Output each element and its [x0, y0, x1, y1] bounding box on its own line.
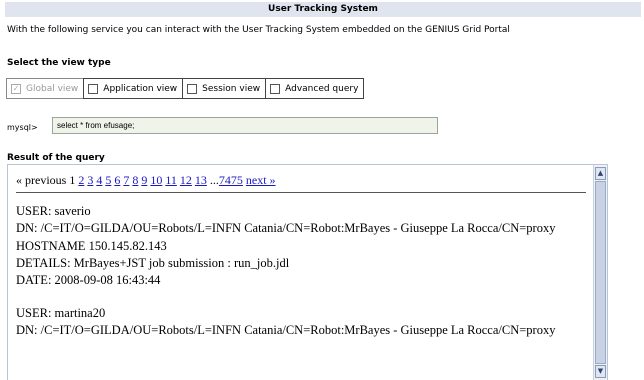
- view-type-options: ✓ Global view Application view Session v…: [6, 78, 365, 99]
- pager-page-link[interactable]: 5: [105, 173, 111, 187]
- pager-page-link[interactable]: 10: [150, 173, 162, 187]
- result-scrollbar[interactable]: ▲ ▼: [593, 165, 607, 380]
- checkbox-checked-icon[interactable]: ✓: [11, 83, 21, 94]
- pager-page-link[interactable]: 6: [114, 173, 120, 187]
- application-view-option[interactable]: Application view: [83, 78, 184, 99]
- scrollbar-thumb[interactable]: [595, 181, 606, 364]
- record-date: DATE: 2008-09-08 16:43:44: [16, 273, 161, 288]
- session-view-option[interactable]: Session view: [182, 78, 267, 99]
- pager-page-link[interactable]: 9: [141, 173, 147, 187]
- pager-page-link[interactable]: 12: [180, 173, 192, 187]
- page-title-bar: User Tracking System: [5, 2, 641, 17]
- scroll-down-icon[interactable]: ▼: [595, 365, 606, 378]
- result-record: USER: saverio DN: /C=IT/O=GILDA/OU=Robot…: [16, 203, 586, 289]
- global-view-label: Global view: [26, 83, 79, 94]
- pager-current-page: 1: [69, 173, 76, 187]
- advanced-query-option[interactable]: Advanced query: [265, 78, 365, 99]
- pager-page-link[interactable]: 7: [123, 173, 129, 187]
- pager-page-link[interactable]: 2: [78, 173, 84, 187]
- pagination: « previous 1 2 3 4 5 6 7 8 9 10 11 12 13 ...7475 nex…: [16, 172, 586, 189]
- divider: [16, 192, 586, 194]
- checkbox-icon[interactable]: [270, 83, 281, 94]
- result-content: « previous 1 2 3 4 5 6 7 8 9 10 11 12 13 ...7475 nex…: [16, 172, 586, 356]
- pager-ellipsis: ...: [209, 173, 219, 187]
- view-type-heading: Select the view type: [7, 58, 111, 68]
- pager-page-link[interactable]: 13: [195, 173, 207, 187]
- intro-text: With the following service you can inter…: [7, 25, 510, 35]
- mysql-prompt-label: mysql>: [7, 123, 38, 132]
- record-dn: DN: /C=IT/O=GILDA/OU=Robots/L=INFN Catan…: [16, 221, 556, 236]
- result-panel[interactable]: « previous 1 2 3 4 5 6 7 8 9 10 11 12 13 ...7475 nex…: [7, 164, 608, 380]
- pager-page-link[interactable]: 11: [165, 173, 177, 187]
- pager-page-link[interactable]: 4: [96, 173, 102, 187]
- pager-last-page-link[interactable]: 7475: [219, 173, 243, 187]
- pager-next-link[interactable]: next »: [246, 173, 276, 187]
- session-view-label: Session view: [202, 83, 261, 94]
- record-dn: DN: /C=IT/O=GILDA/OU=Robots/L=INFN Catan…: [16, 323, 556, 338]
- pager-page-link[interactable]: 8: [132, 173, 138, 187]
- checkbox-icon[interactable]: [88, 83, 99, 94]
- advanced-query-label: Advanced query: [285, 83, 359, 94]
- result-heading: Result of the query: [7, 153, 105, 163]
- page-title: User Tracking System: [268, 4, 378, 14]
- record-hostname: HOSTNAME 150.145.82.143: [16, 238, 167, 253]
- record-user: USER: saverio: [16, 204, 91, 219]
- application-view-label: Application view: [103, 83, 178, 94]
- global-view-option[interactable]: ✓ Global view: [6, 78, 85, 99]
- record-details: DETAILS: MrBayes+JST job submission : ru…: [16, 255, 290, 270]
- result-record: USER: martina20 DN: /C=IT/O=GILDA/OU=Rob…: [16, 305, 586, 339]
- scroll-up-icon[interactable]: ▲: [595, 167, 606, 180]
- sql-query-input[interactable]: select * from efusage;: [52, 117, 438, 134]
- pager-page-link[interactable]: 3: [87, 173, 93, 187]
- checkbox-icon[interactable]: [187, 83, 198, 94]
- record-user: USER: martina20: [16, 306, 106, 321]
- pager-previous[interactable]: « previous: [16, 173, 66, 187]
